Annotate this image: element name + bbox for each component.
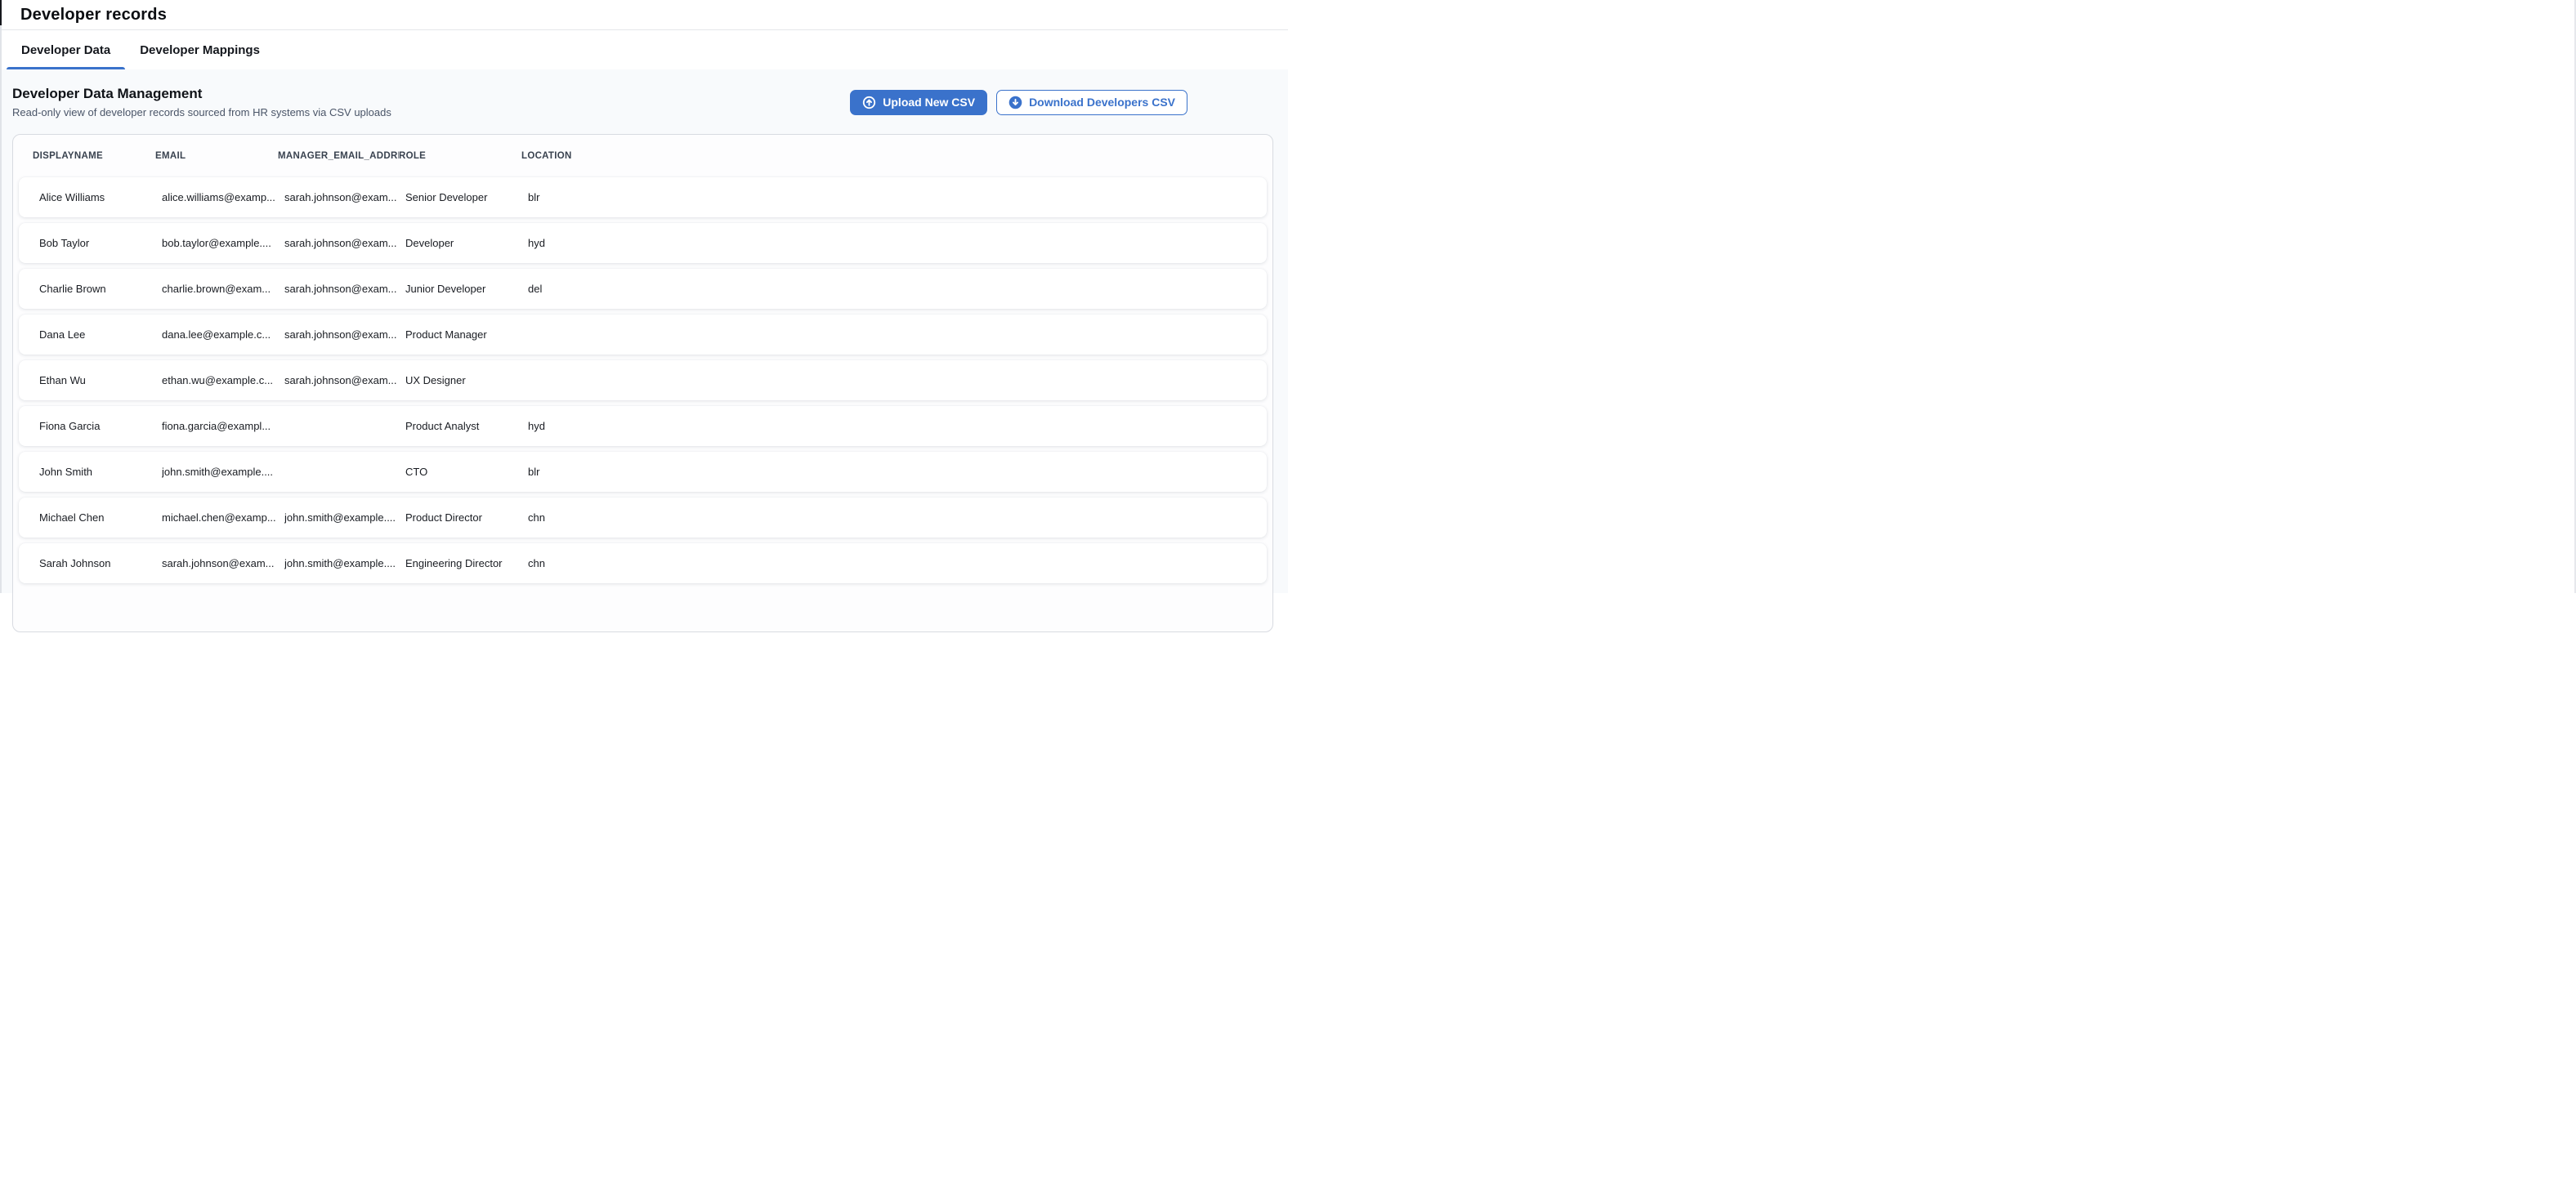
cell-displayname: Michael Chen [39,511,162,524]
section-header: Developer Data Management Read-only view… [12,69,1273,118]
column-header: EMAIL [155,151,278,161]
upload-new-csv-button[interactable]: Upload New CSV [850,90,987,115]
cell-location: chn [528,557,1267,569]
tab-developer-mappings[interactable]: Developer Mappings [125,30,275,69]
cell-manager-email: sarah.johnson@exam... [284,283,405,295]
table-row: Sarah Johnson sarah.johnson@exam... john… [19,543,1267,583]
cell-manager-email: sarah.johnson@exam... [284,374,405,386]
table-row: Fiona Garcia fiona.garcia@exampl... Prod… [19,406,1267,446]
page-title: Developer records [20,6,167,25]
column-header: DISPLAYNAME [33,151,155,161]
download-developers-csv-button[interactable]: Download Developers CSV [996,90,1187,115]
table-row: Michael Chen michael.chen@examp... john.… [19,498,1267,538]
column-header: MANAGER_EMAIL_ADDRE... [278,151,399,161]
cell-manager-email: sarah.johnson@exam... [284,328,405,341]
cell-email: michael.chen@examp... [162,511,284,524]
cell-location: blr [528,466,1267,478]
cell-location: blr [528,191,1267,203]
table-row: Dana Lee dana.lee@example.c... sarah.joh… [19,315,1267,355]
table-body: Alice Williams alice.williams@examp... s… [19,177,1267,583]
upload-new-csv-label: Upload New CSV [883,96,975,109]
cell-location: hyd [528,237,1267,249]
cell-location: hyd [528,420,1267,432]
cell-role: Senior Developer [405,191,528,203]
tab-developer-mappings-label: Developer Mappings [140,43,260,57]
section-title: Developer Data Management [12,86,391,102]
cell-displayname: Dana Lee [39,328,162,341]
table-row: Bob Taylor bob.taylor@example.... sarah.… [19,223,1267,263]
cell-email: ethan.wu@example.c... [162,374,284,386]
cell-location: del [528,283,1267,295]
table-row: Ethan Wu ethan.wu@example.c... sarah.joh… [19,360,1267,400]
section-subtitle: Read-only view of developer records sour… [12,106,391,118]
section-header-text: Developer Data Management Read-only view… [12,86,391,118]
cell-role: Developer [405,237,528,249]
cell-displayname: Sarah Johnson [39,557,162,569]
cell-displayname: Bob Taylor [39,237,162,249]
cell-displayname: Fiona Garcia [39,420,162,432]
circle-arrow-down-icon [1008,96,1022,109]
cell-role: CTO [405,466,528,478]
cell-email: fiona.garcia@exampl... [162,420,284,432]
cell-manager-email: sarah.johnson@exam... [284,191,405,203]
column-header: LOCATION [521,151,1267,161]
cell-displayname: John Smith [39,466,162,478]
circle-arrow-up-icon [862,96,876,109]
cell-email: bob.taylor@example.... [162,237,284,249]
action-buttons: Upload New CSV Download Developers CSV [850,90,1187,115]
table-row: Alice Williams alice.williams@examp... s… [19,177,1267,217]
cell-email: dana.lee@example.c... [162,328,284,341]
cell-role: Product Director [405,511,528,524]
cell-role: Junior Developer [405,283,528,295]
table-header-row: DISPLAYNAME EMAIL MANAGER_EMAIL_ADDRE...… [19,135,1267,177]
download-developers-csv-label: Download Developers CSV [1029,96,1175,109]
tab-developer-data-label: Developer Data [21,43,110,57]
cell-manager-email: john.smith@example.... [284,511,405,524]
cell-email: alice.williams@examp... [162,191,284,203]
cell-location: chn [528,511,1267,524]
window-edge-dark [0,0,2,25]
developer-table-card: DISPLAYNAME EMAIL MANAGER_EMAIL_ADDRE...… [12,134,1273,632]
content-area: Developer Data Management Read-only view… [0,69,1288,593]
cell-role: UX Designer [405,374,528,386]
tab-developer-data[interactable]: Developer Data [7,30,125,69]
table-row: Charlie Brown charlie.brown@exam... sara… [19,269,1267,309]
cell-displayname: Charlie Brown [39,283,162,295]
cell-email: john.smith@example.... [162,466,284,478]
cell-role: Product Analyst [405,420,528,432]
cell-email: charlie.brown@exam... [162,283,284,295]
window-edge-left [0,25,2,593]
cell-displayname: Alice Williams [39,191,162,203]
header-bar: Developer records [0,0,1288,30]
active-tab-underline [7,67,125,69]
cell-manager-email: sarah.johnson@exam... [284,237,405,249]
cell-role: Engineering Director [405,557,528,569]
cell-displayname: Ethan Wu [39,374,162,386]
table-row: John Smith john.smith@example.... CTO bl… [19,452,1267,492]
cell-role: Product Manager [405,328,528,341]
column-header: ROLE [399,151,521,161]
cell-manager-email: john.smith@example.... [284,557,405,569]
tab-bar: Developer Data Developer Mappings [0,30,1288,69]
cell-email: sarah.johnson@exam... [162,557,284,569]
